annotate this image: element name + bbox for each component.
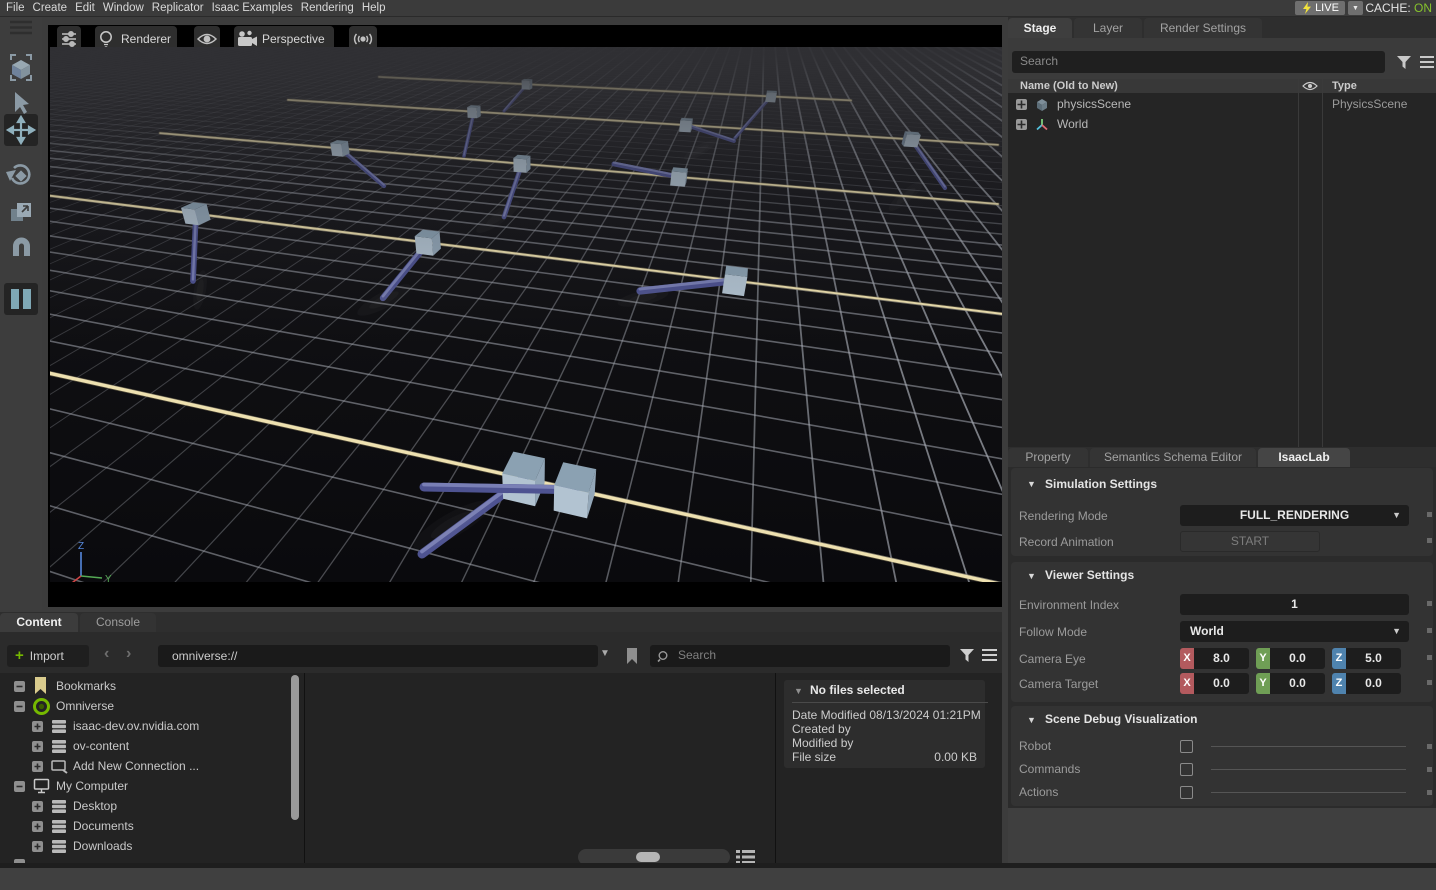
svg-text:Z: Z [78, 541, 84, 552]
svg-text:Y: Y [105, 574, 112, 582]
